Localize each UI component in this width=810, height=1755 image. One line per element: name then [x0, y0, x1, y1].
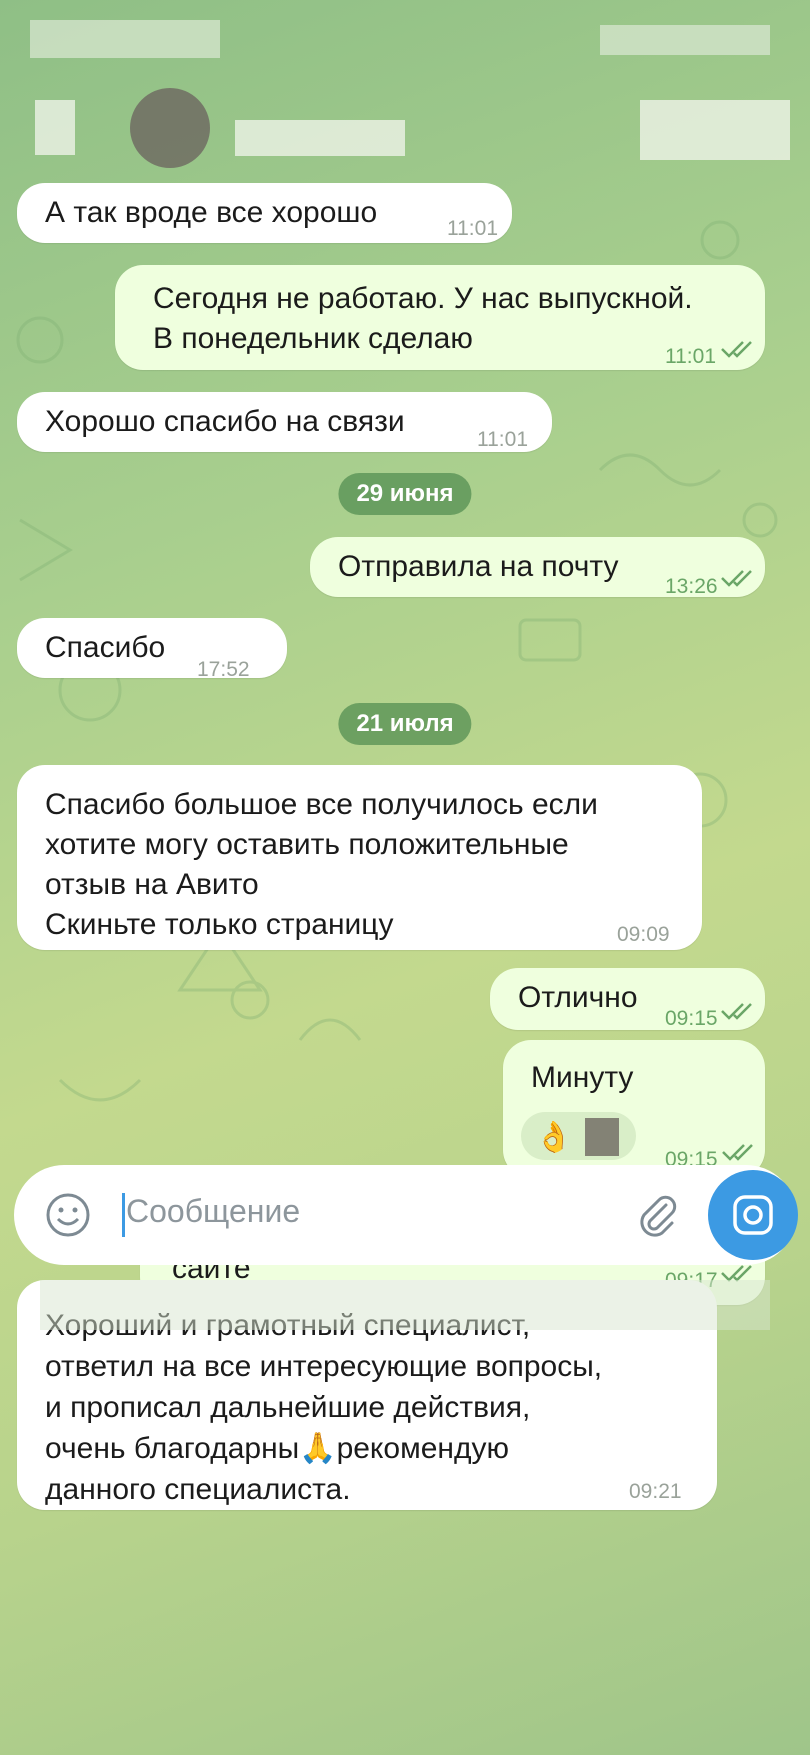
blurred-back-button[interactable] — [35, 100, 75, 155]
message-bubble-incoming[interactable]: Спасибо 17:52 — [17, 618, 287, 681]
message-input-bar[interactable]: Сообщение — [14, 1165, 796, 1265]
message-time: 17:52 — [197, 658, 250, 681]
message-bubble-outgoing[interactable]: Минуту 👌 09:15 — [503, 1040, 765, 1178]
double-check-icon — [721, 341, 752, 358]
camera-button[interactable] — [708, 1170, 798, 1260]
date-separator: 29 июня — [338, 473, 472, 515]
blurred-system-nav — [40, 1280, 770, 1330]
blurred-status-icons — [600, 25, 770, 55]
smile-icon[interactable] — [44, 1191, 92, 1239]
message-time: 09:21 — [629, 1480, 682, 1503]
blurred-contact-name — [235, 120, 405, 156]
message-text: Минуту — [531, 1061, 634, 1094]
message-bubble-incoming[interactable]: Хорошо спасибо на связи 11:01 — [17, 392, 552, 452]
message-time: 13:26 — [665, 575, 718, 598]
message-bubble-outgoing[interactable]: Отправила на почту 13:26 — [310, 537, 765, 598]
message-time: 11:01 — [665, 345, 716, 368]
message-time: 11:01 — [477, 428, 528, 451]
message-time: 11:01 — [447, 217, 498, 240]
message-input-placeholder[interactable]: Сообщение — [126, 1193, 300, 1230]
message-bubble-incoming[interactable]: Спасибо большое все получилось если хоти… — [17, 765, 702, 950]
message-time: 09:15 — [665, 1007, 718, 1030]
text-cursor — [122, 1193, 125, 1237]
message-bubble-outgoing[interactable]: Сегодня не работаю. У нас выпускной. В п… — [115, 265, 765, 370]
paperclip-icon[interactable] — [632, 1191, 680, 1239]
message-text: Спасибо большое все получилось если хоти… — [45, 788, 598, 941]
blurred-reactor-avatar — [585, 1118, 619, 1156]
blurred-avatar[interactable] — [130, 88, 210, 168]
message-time: 09:09 — [617, 923, 670, 946]
message-bubble-incoming[interactable]: А так вроде все хорошо 11:01 — [17, 183, 512, 243]
date-separator: 21 июля — [338, 703, 472, 745]
message-text: Хороший и грамотный специалист, ответил … — [45, 1309, 603, 1506]
blurred-status-bar — [30, 20, 220, 58]
message-bubble-outgoing[interactable]: Отлично 09:15 — [490, 968, 765, 1030]
double-check-icon — [721, 570, 752, 587]
reaction-chip[interactable]: 👌 — [521, 1112, 636, 1160]
message-text: А так вроде все хорошо — [45, 196, 378, 229]
message-text: Хорошо спасибо на связи — [45, 405, 405, 438]
message-text: Сегодня не работаю. У нас выпускной. В п… — [153, 282, 693, 355]
blurred-header-actions[interactable] — [640, 100, 790, 160]
double-check-icon — [722, 1144, 753, 1161]
reaction-emoji: 👌 — [535, 1121, 573, 1154]
camera-icon — [733, 1195, 773, 1235]
double-check-icon — [721, 1003, 752, 1020]
